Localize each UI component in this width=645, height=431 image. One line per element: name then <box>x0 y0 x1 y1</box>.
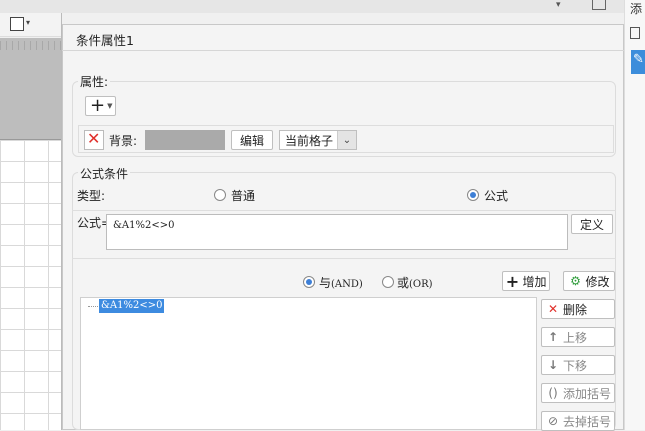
remove-brackets-icon: ⊘ <box>547 414 559 428</box>
arrow-down-icon: ↓ <box>547 358 559 372</box>
chevron-down-icon[interactable]: ⌄ <box>337 131 356 149</box>
or-label-sub: (OR) <box>409 279 433 290</box>
arrow-up-icon: ↑ <box>547 330 559 344</box>
formula-condition-label: 公式条件 <box>78 165 131 182</box>
ruler <box>0 41 62 50</box>
divider <box>72 210 616 211</box>
attribute-group-label: 属性: <box>78 73 111 90</box>
brackets-icon: () <box>548 386 558 400</box>
widget-icon[interactable] <box>630 27 640 39</box>
chevron-down-icon[interactable]: ▾ <box>556 0 561 10</box>
dialog-title: 条件属性1 <box>76 33 134 48</box>
gear-icon: ⚙ <box>570 274 581 288</box>
modify-condition-label: 修改 <box>585 274 610 289</box>
right-panel-title: 添 <box>630 2 643 16</box>
or-label[interactable]: 或(OR) <box>397 274 433 291</box>
background-color-swatch[interactable] <box>145 130 225 150</box>
formula-input[interactable]: &A1%2<>0 <box>106 214 568 250</box>
add-bracket-button[interactable]: () 添加括号 <box>541 383 615 403</box>
tree-connector <box>88 306 98 307</box>
plus-icon: + <box>505 271 520 291</box>
border-tool-icon[interactable] <box>10 17 24 31</box>
divider <box>62 50 624 51</box>
remove-bracket-button[interactable]: ⊘ 去掉括号 <box>541 411 615 431</box>
and-label[interactable]: 与(AND) <box>319 274 363 291</box>
move-up-button[interactable]: ↑ 上移 <box>541 327 615 347</box>
sheet-header-area <box>0 38 62 140</box>
move-up-label: 上移 <box>563 330 588 345</box>
spreadsheet-grid[interactable] <box>0 140 62 430</box>
plus-icon: + <box>90 95 106 116</box>
background-label: 背景: <box>109 134 138 148</box>
type-normal-radio[interactable] <box>214 189 226 201</box>
modify-condition-button[interactable]: ⚙ 修改 <box>563 271 615 291</box>
type-label: 类型: <box>77 189 106 203</box>
and-label-text: 与 <box>319 276 332 290</box>
move-down-button[interactable]: ↓ 下移 <box>541 355 615 375</box>
edit-button[interactable]: 编辑 <box>231 130 273 150</box>
close-icon: ✕ <box>547 302 559 316</box>
close-icon: ✕ <box>87 129 101 148</box>
add-condition-button[interactable]: + 增加 <box>502 271 550 291</box>
chevron-down-icon: ▼ <box>107 102 113 110</box>
chevron-down-icon[interactable]: ▾ <box>26 18 30 27</box>
define-button[interactable]: 定义 <box>571 214 613 234</box>
delete-button[interactable]: ✕ 删除 <box>541 299 615 319</box>
add-attribute-button[interactable]: + ▼ <box>85 96 116 116</box>
type-normal-label[interactable]: 普通 <box>231 187 255 204</box>
scope-select-value: 当前格子 <box>285 134 334 148</box>
remove-bracket-label: 去掉括号 <box>563 414 612 429</box>
and-label-sub: (AND) <box>331 279 363 290</box>
move-down-label: 下移 <box>563 358 588 373</box>
condition-list-item[interactable]: &A1%2<>0 <box>99 299 165 313</box>
type-formula-radio[interactable] <box>467 189 479 201</box>
or-radio[interactable] <box>382 276 394 288</box>
and-radio[interactable] <box>303 276 315 288</box>
type-formula-label[interactable]: 公式 <box>484 187 508 204</box>
delete-label: 删除 <box>563 302 588 317</box>
add-condition-label: 增加 <box>522 274 547 289</box>
condition-list[interactable] <box>80 297 537 430</box>
top-bar <box>0 0 645 13</box>
grid-icon[interactable] <box>592 0 606 10</box>
or-label-text: 或 <box>397 276 410 290</box>
pen-icon: ✎ <box>633 52 644 67</box>
divider <box>72 258 616 259</box>
add-bracket-label: 添加括号 <box>563 386 612 401</box>
